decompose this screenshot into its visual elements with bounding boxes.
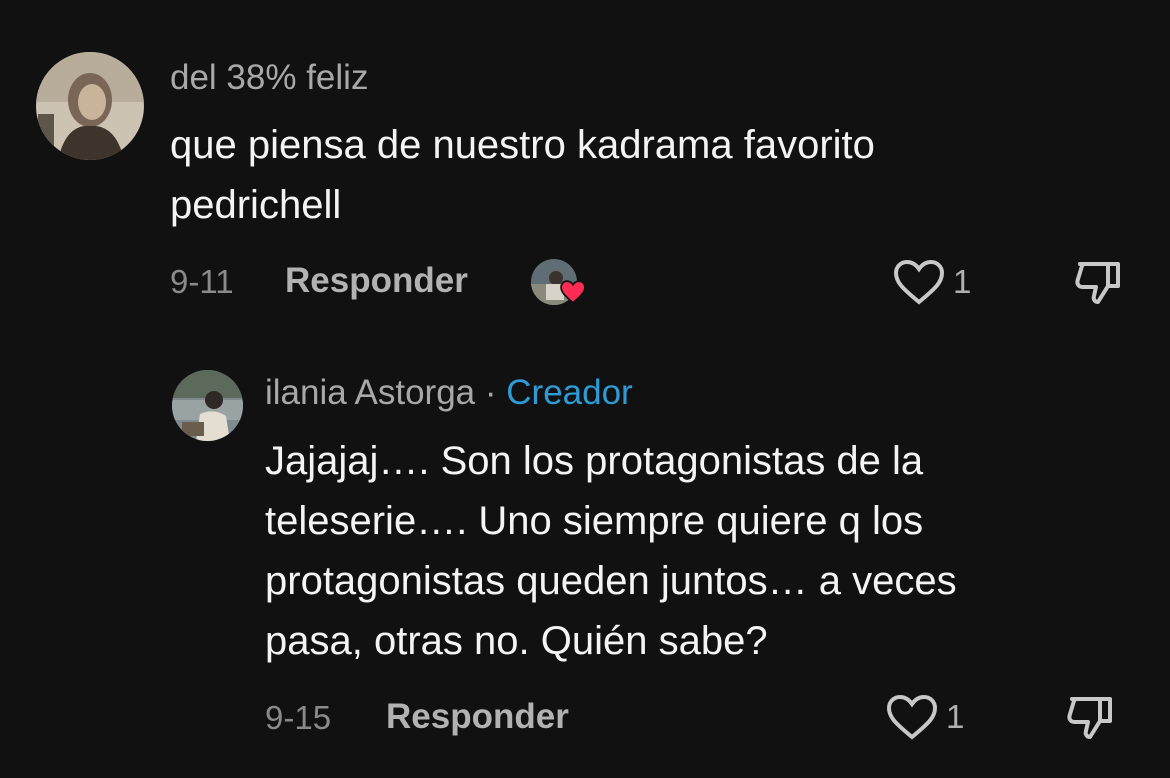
reply-like-button[interactable]: 1 [886,694,964,740]
reply-date: 9-15 [265,699,332,736]
creator-badge: Creador [506,373,633,412]
avatar-photo [36,52,144,160]
comment-reply-button[interactable]: Responder [285,261,468,301]
comment-date: 9-11 [170,263,234,300]
heart-filled-icon [560,280,586,304]
reply-header: ilania Astorga · Creador [265,373,633,413]
reply-dislike-button[interactable] [1064,695,1116,741]
comment-like-count: 1 [953,263,972,300]
heart-outline-icon [893,259,945,305]
creator-liked-avatar [530,258,586,306]
reply-like-count: 1 [946,698,965,735]
reply-avatar-photo [172,370,243,441]
reply-text: Jajajaj…. Son los protagonistas de la te… [265,439,957,663]
heart-outline-icon [886,694,938,740]
comment-username[interactable]: del 38% feliz [170,58,368,98]
comment-text: que piensa de nuestro kadrama favorito p… [170,123,875,227]
comment-like-button[interactable]: 1 [893,259,971,305]
thumbs-down-icon [1067,697,1112,739]
reply-separator: · [484,373,497,412]
thumbs-down-icon [1075,262,1120,304]
reply-avatar[interactable] [172,370,243,441]
reply-username[interactable]: ilania Astorga [265,373,475,412]
comment-dislike-button[interactable] [1072,260,1124,306]
reply-reply-button[interactable]: Responder [386,697,569,737]
comment-avatar[interactable] [36,52,144,160]
